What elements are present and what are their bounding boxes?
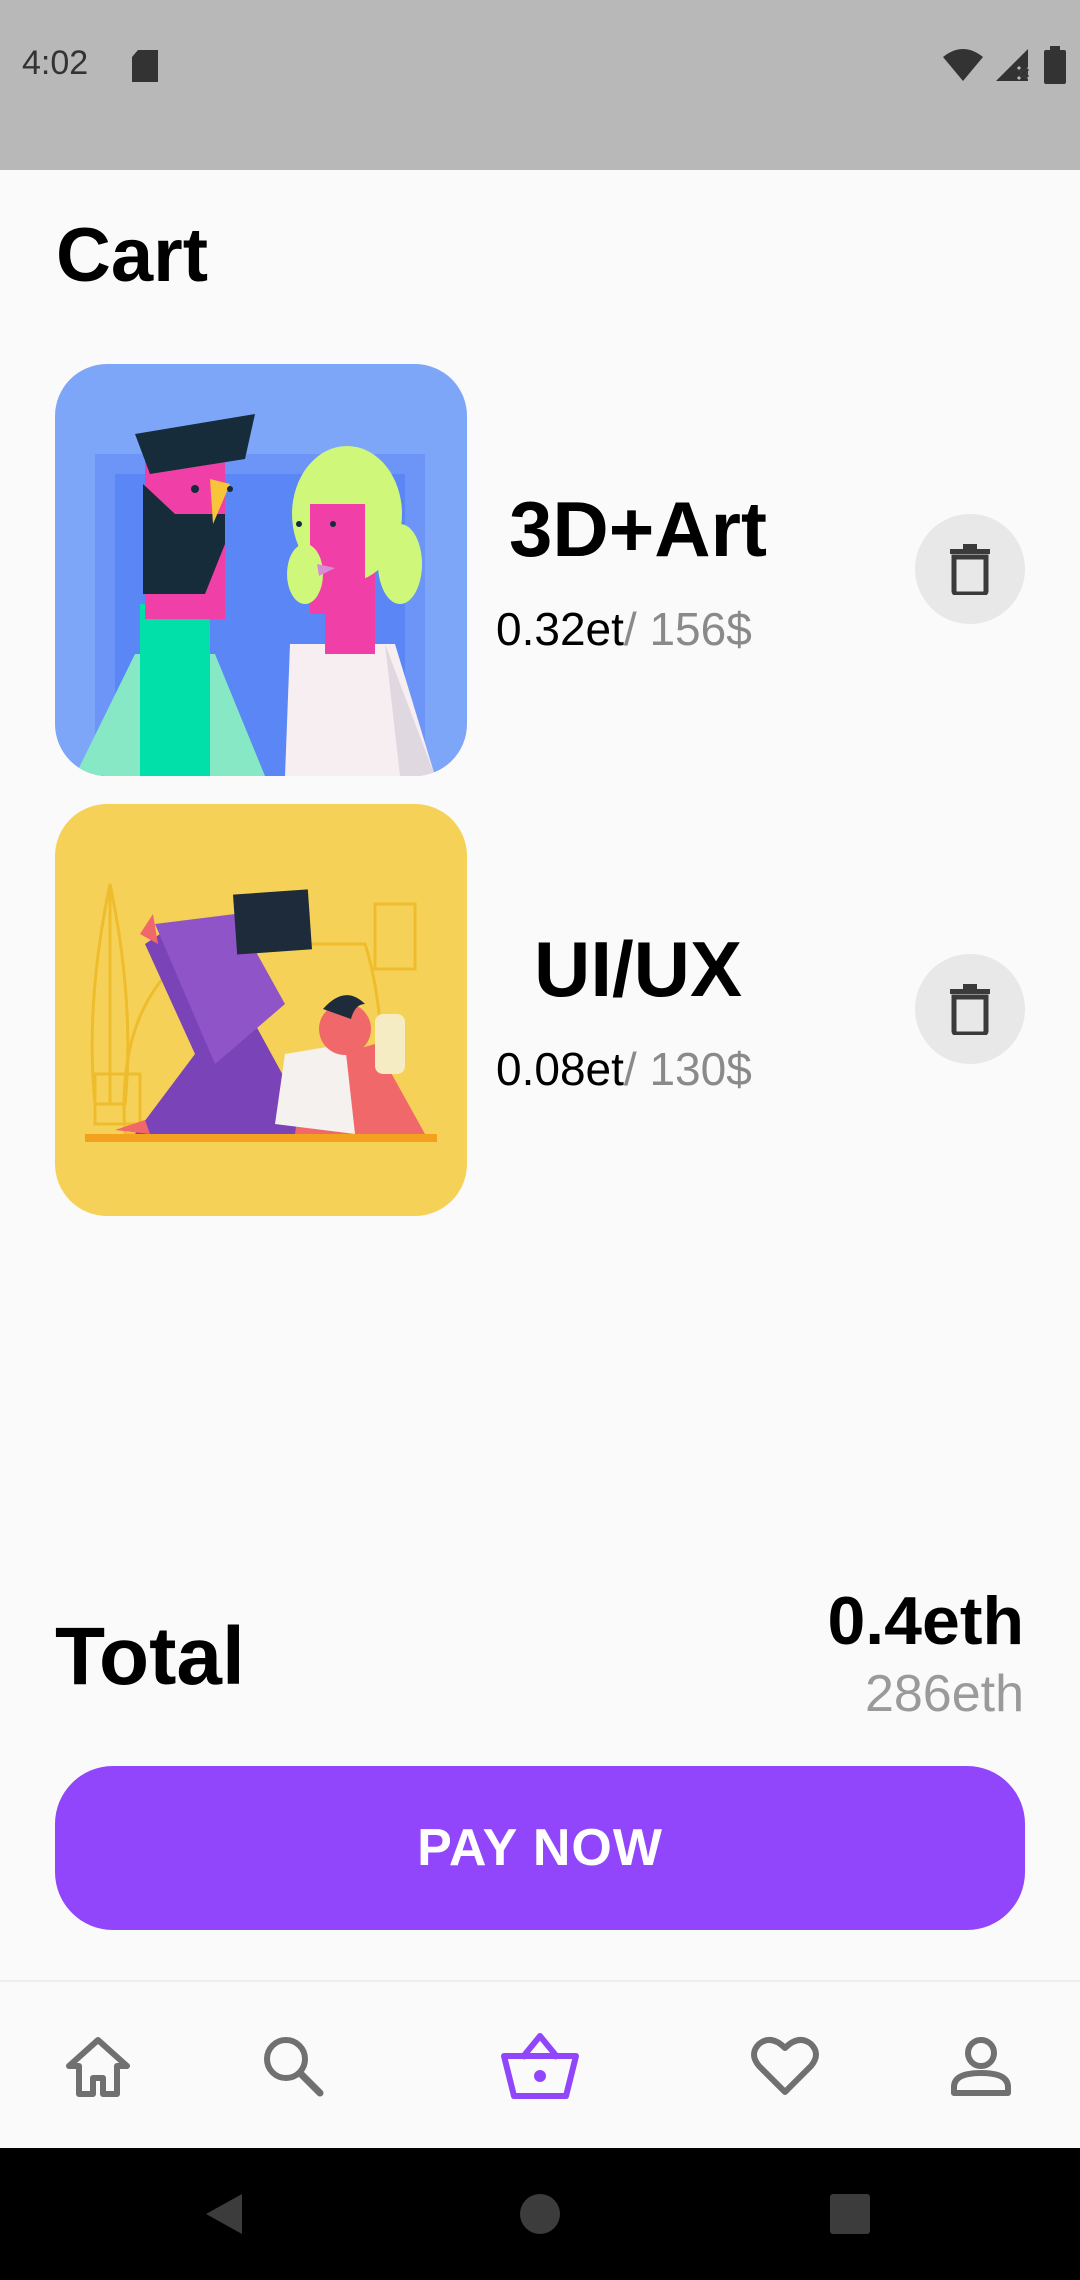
battery-icon [1044,46,1066,84]
nav-search[interactable] [218,1982,368,2150]
back-icon[interactable] [202,2192,246,2236]
basket-icon [501,2033,579,2099]
signal-icon [996,49,1032,81]
delete-item-button[interactable] [915,514,1025,624]
trash-icon [950,984,990,1035]
trash-icon [950,544,990,595]
status-time: 4:02 [22,44,89,82]
total-secondary: 286eth [864,1665,1024,1723]
pay-now-button[interactable]: PAY NOW [55,1766,1025,1930]
item-price-eth: 0.08et [496,1043,624,1095]
status-bar: 4:02 [0,0,1080,170]
item-price: 0.08et/ 130$ [496,1042,752,1096]
item-price-usd: / 156$ [623,603,752,655]
nav-profile[interactable] [906,1982,1056,2150]
person-icon [951,2037,1011,2096]
cart-item: UI/UX 0.08et/ 130$ [0,804,1080,1216]
item-thumbnail[interactable] [55,364,467,776]
nav-favorites[interactable] [710,1982,860,2150]
item-price: 0.32et/ 156$ [496,602,752,656]
item-thumbnail[interactable] [55,804,467,1216]
nav-cart[interactable] [465,1982,615,2150]
home-icon [66,2037,130,2097]
wifi-icon [943,49,983,81]
nav-home[interactable] [23,1982,173,2150]
cart-item: 3D+Art 0.32et/ 156$ [0,364,1080,776]
item-price-usd: / 130$ [623,1043,752,1095]
home-button-icon[interactable] [518,2192,562,2236]
status-icons [942,46,1066,84]
bottom-nav [0,1980,1080,2150]
page-title: Cart [56,213,209,298]
item-title: UI/UX [533,925,743,1013]
delete-item-button[interactable] [915,954,1025,1064]
recents-icon[interactable] [828,2192,872,2236]
heart-icon [751,2036,819,2095]
item-title: 3D+Art [509,485,767,573]
lounging-person-illustration [85,883,437,1142]
total-eth: 0.4eth [827,1583,1024,1659]
total-label: Total [55,1611,245,1702]
couple-illustration [75,414,435,776]
search-icon [264,2037,324,2097]
system-nav-bar [0,2148,1080,2280]
item-price-eth: 0.32et [496,603,624,655]
sd-card-icon [132,50,158,82]
